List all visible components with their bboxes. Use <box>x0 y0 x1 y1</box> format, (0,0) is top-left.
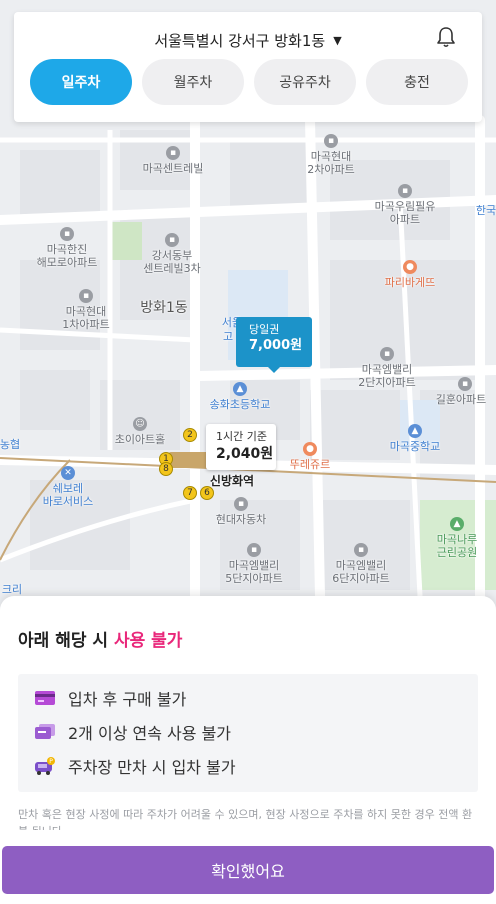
map-label: 마곡중학교 <box>389 440 441 453</box>
subway-line-badge: 2 <box>183 428 197 442</box>
restriction-text: 입차 후 구매 불가 <box>68 690 187 709</box>
svg-text:P: P <box>49 758 53 765</box>
map-label: 마곡나루 근린공원 <box>436 533 478 559</box>
bottom-sheet: 아래 해당 시 사용 불가 입차 후 구매 불가 2개 이상 연속 사용 불가 <box>0 596 496 904</box>
apartment-icon: ▪ <box>79 289 93 303</box>
map-label: 현대자동차 <box>215 513 267 526</box>
marker-kind: 당일권 <box>249 323 280 336</box>
subway-line-badge: 6 <box>200 486 214 500</box>
apartment-icon: ▪ <box>458 377 472 391</box>
map-label: 송화초등학교 <box>209 398 271 411</box>
apartment-icon: ▪ <box>380 347 394 361</box>
caret-down-icon: ▼ <box>333 33 342 47</box>
sheet-title: 아래 해당 시 사용 불가 <box>18 626 182 651</box>
marker-kind: 1시간 기준 <box>216 430 267 443</box>
parking-marker-hourly[interactable]: 1시간 기준 2,040원 <box>206 424 276 470</box>
bell-icon[interactable] <box>436 26 456 48</box>
map-label: 초이아트홀 <box>114 433 166 446</box>
school-icon: ▲ <box>408 424 422 438</box>
apartment-icon: ▪ <box>354 543 368 557</box>
map-label: 마곡현대 1차아파트 <box>62 305 110 331</box>
map-label: 뚜레쥬르 <box>289 458 331 471</box>
marker-price: 2,040원 <box>216 446 274 462</box>
parking-marker-daily[interactable]: 당일권 7,000원 <box>236 317 312 373</box>
map-label: 마곡현대 2차아파트 <box>307 150 355 176</box>
map-label: 한국 <box>475 204 496 217</box>
fine-print: 만차 혹은 현장 사정에 따라 주차가 어려울 수 있으며, 현장 사정으로 주… <box>18 808 473 830</box>
map-label: 길훈아파트 <box>435 393 487 406</box>
tab-shared-parking[interactable]: 공유주차 <box>254 59 356 105</box>
park-icon: ▲ <box>450 517 464 531</box>
location-selector[interactable]: 서울특별시 강서구 방화1동 ▼ <box>14 28 482 52</box>
restriction-item: 2개 이상 연속 사용 불가 <box>34 720 231 744</box>
map-label: 강서동부 센트레빌3차 <box>143 249 201 275</box>
tab-monthly-parking[interactable]: 월주차 <box>142 59 244 105</box>
bakery-icon: ● <box>303 442 317 456</box>
apartment-icon: ▪ <box>324 134 338 148</box>
title-prefix: 아래 해당 시 <box>18 631 114 651</box>
map-label: 마곡센트레빌 <box>142 162 204 175</box>
restriction-text: 주차장 만차 시 입차 불가 <box>68 758 236 777</box>
apartment-icon: ▪ <box>165 233 179 247</box>
credit-card-icon <box>35 691 55 705</box>
subway-line-badge: 8 <box>159 462 173 476</box>
parking-type-tabs: 일주차 월주차 공유주차 충전 <box>30 59 468 105</box>
neighborhood-label: 방화1동 <box>140 300 188 316</box>
map-label: 쉐보레 바로서비스 <box>42 482 94 508</box>
restriction-text: 2개 이상 연속 사용 불가 <box>68 724 232 743</box>
title-highlight: 사용 불가 <box>113 631 183 651</box>
parking-car-icon: P <box>35 757 55 775</box>
building-icon: ▪ <box>234 497 248 511</box>
map-label: 크리 <box>1 583 23 596</box>
location-text: 서울특별시 강서구 방화1동 <box>154 31 326 50</box>
map-label: 파리바게뜨 <box>384 276 436 289</box>
tab-charging[interactable]: 충전 <box>366 59 468 105</box>
ticket-icon <box>35 724 55 739</box>
map-label: 마곡엠밸리 2단지아파트 <box>358 363 416 389</box>
restriction-item: 입차 후 구매 불가 <box>34 686 186 710</box>
school-icon: ▲ <box>233 382 247 396</box>
theater-icon: ☺ <box>133 417 147 431</box>
apartment-icon: ▪ <box>60 227 74 241</box>
map-label: 마곡우림필유 아파트 <box>374 200 436 226</box>
marker-price: 7,000원 <box>249 338 303 353</box>
tab-daily-parking[interactable]: 일주차 <box>30 59 132 105</box>
apartment-icon: ▪ <box>166 146 180 160</box>
subway-line-badge: 7 <box>183 486 197 500</box>
confirm-button[interactable]: 확인했어요 <box>2 846 494 894</box>
station-label: 신방화역 <box>209 474 255 488</box>
car-service-icon: ✕ <box>61 466 75 480</box>
bakery-icon: ● <box>403 260 417 274</box>
map-label: 마곡한진 해모로아파트 <box>36 243 98 269</box>
map-label: 마곡엠밸리 6단지아파트 <box>332 559 390 585</box>
restriction-list: 입차 후 구매 불가 2개 이상 연속 사용 불가 P 주차장 만차 시 입차 … <box>18 674 478 792</box>
apartment-icon: ▪ <box>247 543 261 557</box>
map-label: 고 <box>222 330 234 343</box>
apartment-icon: ▪ <box>398 184 412 198</box>
top-panel: 서울특별시 강서구 방화1동 ▼ 일주차 월주차 공유주차 충전 <box>14 12 482 122</box>
map-label: 농협 <box>0 438 21 451</box>
restriction-item: P 주차장 만차 시 입차 불가 <box>34 754 236 778</box>
map-label: 마곡엠밸리 5단지아파트 <box>225 559 283 585</box>
